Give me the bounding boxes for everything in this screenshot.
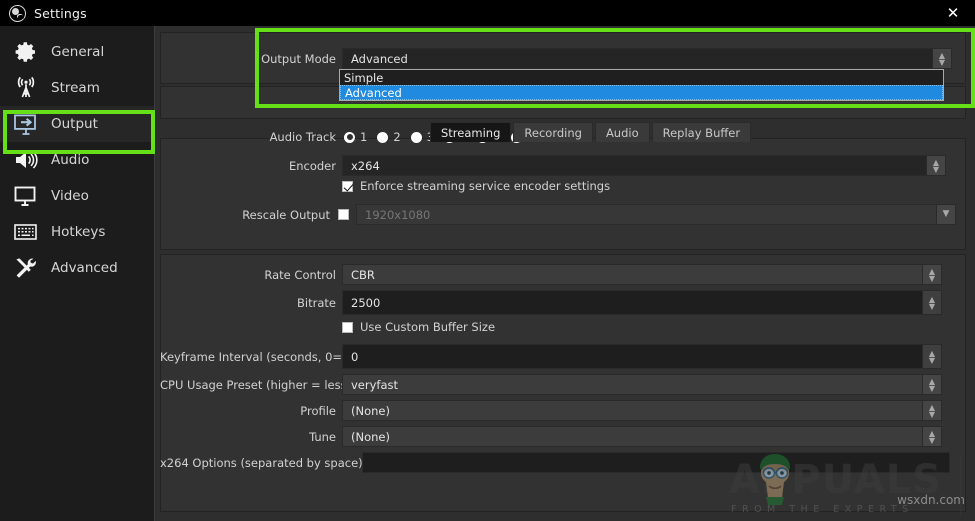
rate-control-select[interactable]: CBR ▲ ▼ — [342, 264, 942, 285]
sidebar-item-general[interactable]: General — [0, 34, 154, 70]
sidebar-item-stream[interactable]: Stream — [0, 70, 154, 106]
tab-streaming[interactable]: Streaming — [430, 122, 512, 142]
profile-select[interactable]: (None) ▲ ▼ — [342, 400, 942, 421]
sidebar-item-label: General — [51, 44, 105, 60]
gear-icon — [10, 39, 42, 65]
spinner-updown-icon[interactable]: ▲ ▼ — [922, 345, 941, 368]
rescale-output-value: 1920x1080 — [365, 207, 431, 222]
sidebar-item-label: Hotkeys — [51, 224, 106, 240]
window-title: Settings — [34, 5, 87, 21]
audio-track-label-1: 1 — [360, 130, 368, 144]
audio-track-radio-2[interactable] — [377, 131, 389, 143]
sidebar-item-output[interactable]: Output — [0, 106, 154, 142]
custom-buffer-label: Use Custom Buffer Size — [360, 320, 496, 334]
bitrate-input[interactable]: 2500 ▲ ▼ — [342, 290, 942, 315]
encoder-row: Encoder x264 ▲ ▼ — [160, 155, 966, 176]
tune-row: Tune (None) ▲ ▼ — [160, 426, 966, 447]
custom-buffer-row: Use Custom Buffer Size — [160, 320, 966, 334]
monitor-arrow-icon — [10, 111, 42, 137]
rescale-output-row: Rescale Output 1920x1080 ▼ — [160, 204, 966, 225]
chevron-updown-icon[interactable]: ▲ ▼ — [922, 401, 941, 420]
tools-icon — [10, 255, 42, 281]
output-mode-row: Output Mode Advanced ▲ ▼ — [160, 48, 966, 69]
enforce-settings-label: Enforce streaming service encoder settin… — [360, 179, 611, 193]
cpu-preset-row: CPU Usage Preset (higher = less CPU) ver… — [160, 374, 966, 395]
speaker-icon — [10, 147, 42, 173]
chevron-updown-icon[interactable]: ▲ ▼ — [922, 265, 941, 284]
display-icon — [10, 183, 42, 209]
audio-track-radio-1[interactable] — [344, 131, 355, 143]
encoder-value: x264 — [351, 158, 380, 173]
keyframe-interval-value: 0 — [351, 349, 359, 364]
rate-control-label: Rate Control — [264, 267, 336, 282]
rescale-output-checkbox[interactable] — [338, 209, 349, 220]
close-icon[interactable]: ✕ — [931, 0, 975, 26]
sidebar-item-label: Advanced — [51, 260, 118, 276]
enforce-settings-checkbox[interactable] — [342, 180, 353, 192]
bitrate-row: Bitrate 2500 ▲ ▼ — [160, 290, 966, 315]
audio-track-label: Audio Track — [269, 130, 336, 144]
title-bar: Settings ✕ — [0, 0, 975, 26]
chevron-updown-icon[interactable]: ▲ ▼ — [932, 49, 951, 68]
keyboard-icon — [10, 219, 42, 245]
settings-sidebar: General Stream Output Audio Video Hotkey… — [0, 26, 155, 521]
chevron-down-icon: ▼ — [936, 205, 955, 224]
output-mode-select[interactable]: Advanced ▲ ▼ — [342, 48, 952, 69]
chevron-updown-icon[interactable]: ▲ ▼ — [926, 156, 945, 175]
rate-control-value: CBR — [351, 267, 375, 282]
rescale-output-select: 1920x1080 ▼ — [356, 204, 956, 225]
tab-audio[interactable]: Audio — [594, 122, 650, 142]
tune-select[interactable]: (None) ▲ ▼ — [342, 426, 942, 447]
custom-buffer-checkbox[interactable] — [342, 321, 353, 333]
obs-settings-window: Settings ✕ General Stream Output Audio V… — [0, 0, 975, 521]
obs-logo-icon — [9, 4, 26, 22]
broadcast-icon — [10, 75, 42, 101]
chevron-updown-icon[interactable]: ▲ ▼ — [922, 427, 941, 446]
profile-row: Profile (None) ▲ ▼ — [160, 400, 966, 421]
output-mode-label: Output Mode — [261, 51, 336, 66]
keyframe-interval-label: Keyframe Interval (seconds, 0=auto) — [160, 349, 373, 364]
profile-label: Profile — [300, 403, 336, 418]
sidebar-item-audio[interactable]: Audio — [0, 142, 154, 178]
x264-options-input[interactable] — [362, 452, 950, 473]
cpu-preset-value: veryfast — [351, 377, 399, 392]
sidebar-item-label: Output — [51, 116, 98, 132]
rate-control-row: Rate Control CBR ▲ ▼ — [160, 264, 966, 285]
tune-label: Tune — [309, 429, 336, 444]
output-mode-value: Advanced — [351, 51, 408, 66]
audio-track-radio-3[interactable] — [410, 131, 422, 143]
bitrate-value: 2500 — [351, 295, 381, 310]
encoder-label: Encoder — [288, 158, 336, 173]
profile-value: (None) — [351, 403, 390, 418]
spinner-updown-icon[interactable]: ▲ ▼ — [922, 291, 941, 314]
output-mode-dropdown-list[interactable]: Simple Advanced — [339, 69, 944, 101]
sidebar-item-video[interactable]: Video — [0, 178, 154, 214]
tab-replay-buffer[interactable]: Replay Buffer — [651, 122, 752, 142]
sidebar-item-hotkeys[interactable]: Hotkeys — [0, 214, 154, 250]
audio-track-label-2: 2 — [393, 130, 401, 144]
sidebar-item-advanced[interactable]: Advanced — [0, 250, 154, 286]
output-tabs: Streaming Recording Audio Replay Buffer — [430, 122, 752, 142]
dropdown-option-advanced[interactable]: Advanced — [340, 85, 943, 100]
cpu-preset-label: CPU Usage Preset (higher = less CPU) — [160, 377, 379, 392]
rescale-output-label: Rescale Output — [242, 207, 330, 222]
encoder-select[interactable]: x264 ▲ ▼ — [342, 155, 946, 176]
cpu-preset-select[interactable]: veryfast ▲ ▼ — [342, 374, 942, 395]
bitrate-label: Bitrate — [297, 295, 336, 310]
x264-options-row: x264 Options (separated by space) — [160, 452, 966, 473]
enforce-settings-row: Enforce streaming service encoder settin… — [160, 179, 966, 193]
dropdown-option-simple[interactable]: Simple — [340, 70, 943, 85]
keyframe-interval-row: Keyframe Interval (seconds, 0=auto) 0 ▲ ▼ — [160, 344, 966, 369]
chevron-updown-icon[interactable]: ▲ ▼ — [922, 375, 941, 394]
tab-recording[interactable]: Recording — [513, 122, 593, 142]
sidebar-item-label: Audio — [51, 152, 90, 168]
keyframe-interval-input[interactable]: 0 ▲ ▼ — [342, 344, 942, 369]
sidebar-item-label: Video — [51, 188, 89, 204]
x264-options-label: x264 Options (separated by space) — [160, 455, 363, 470]
sidebar-item-label: Stream — [51, 80, 100, 96]
tune-value: (None) — [351, 429, 390, 444]
